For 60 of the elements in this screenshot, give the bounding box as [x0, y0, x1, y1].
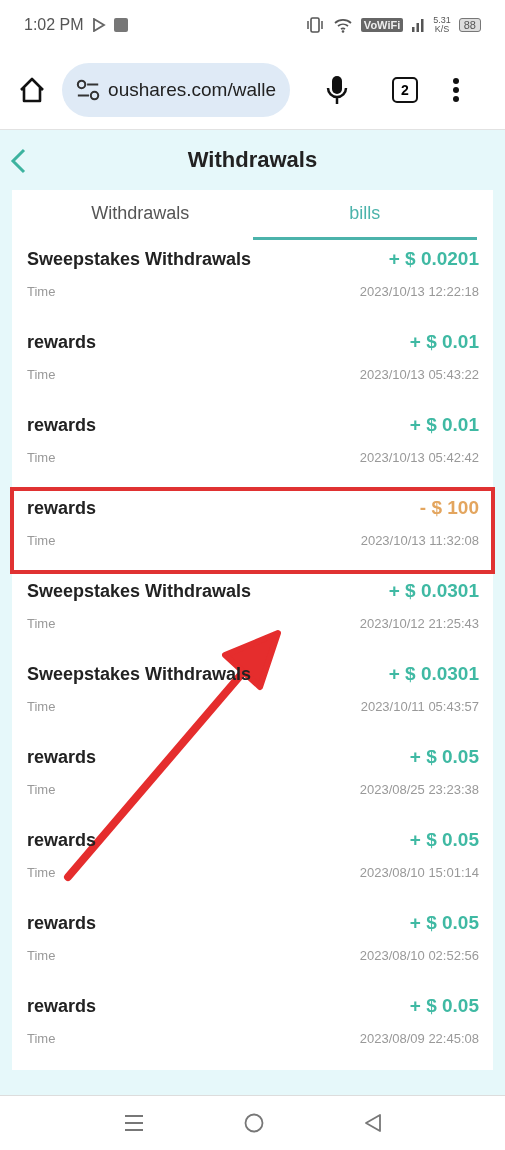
speed-unit: K/S [434, 25, 450, 34]
image-icon [113, 18, 128, 32]
address-bar[interactable]: oushares.com/walle [62, 62, 290, 117]
home-icon[interactable] [18, 75, 46, 104]
bill-amount: + $ 0.01 [409, 414, 479, 436]
bill-title: Sweepstakes Withdrawals [27, 248, 251, 270]
signal-icon [411, 18, 426, 32]
time-label: Time [27, 699, 56, 714]
vowifi-badge: VoWiFi [360, 18, 404, 32]
tab[interactable]: Withdrawals [28, 190, 253, 240]
bill-title: rewards [27, 912, 97, 934]
time-label: Time [27, 782, 56, 797]
time-label: Time [27, 533, 56, 548]
clock-time: 1:02 PM [24, 16, 84, 34]
bill-time: 2023/08/10 15:01:14 [359, 865, 479, 880]
tab-count[interactable]: 2 [392, 76, 418, 103]
bill-time: 2023/10/13 05:43:22 [359, 367, 479, 382]
page-title: Withdrawals [187, 147, 318, 173]
bill-title: rewards [27, 995, 97, 1017]
bill-amount: + $ 0.05 [409, 995, 479, 1017]
bill-title: rewards [27, 829, 97, 851]
bill-time: 2023/10/12 21:25:43 [359, 616, 479, 631]
bill-title: rewards [27, 414, 97, 436]
bill-amount: + $ 0.0301 [388, 580, 479, 602]
bill-amount: + $ 0.05 [409, 912, 479, 934]
time-label: Time [27, 616, 56, 631]
bill-time: 2023/10/13 12:22:18 [359, 284, 479, 299]
bill-time: 2023/08/09 22:45:08 [359, 1031, 479, 1046]
home-circle-icon[interactable] [243, 1113, 264, 1133]
back-triangle-icon[interactable] [363, 1113, 382, 1133]
bill-title: rewards [27, 746, 97, 768]
bill-amount: + $ 0.05 [409, 829, 479, 851]
more-icon[interactable] [452, 77, 460, 102]
vibrate-icon [304, 17, 325, 33]
bill-time: 2023/08/25 23:23:38 [359, 782, 479, 797]
time-label: Time [27, 1031, 56, 1046]
battery-level: 88 [458, 18, 481, 32]
microphone-icon[interactable] [326, 74, 348, 105]
bill-amount: + $ 0.0201 [388, 248, 479, 270]
time-label: Time [27, 367, 56, 382]
time-label: Time [27, 284, 56, 299]
network-speed: 5.31 [433, 16, 451, 25]
wifi-icon [332, 17, 353, 33]
time-label: Time [27, 948, 56, 963]
bill-amount: + $ 0.01 [409, 331, 479, 353]
bill-time: 2023/10/13 05:42:42 [359, 450, 479, 465]
time-label: Time [27, 450, 56, 465]
bill-amount: + $ 0.05 [409, 746, 479, 768]
bill-title: rewards [27, 331, 97, 353]
play-icon [91, 18, 106, 32]
bill-amount: + $ 0.0301 [388, 663, 479, 685]
bill-title: rewards [27, 497, 97, 519]
time-label: Time [27, 865, 56, 880]
bill-time: 2023/10/13 11:32:08 [360, 533, 479, 548]
menu-icon[interactable] [123, 1114, 144, 1132]
bill-time: 2023/08/10 02:52:56 [359, 948, 479, 963]
bill-time: 2023/10/11 05:43:57 [360, 699, 479, 714]
bill-title: Sweepstakes Withdrawals [27, 580, 251, 602]
site-settings-icon[interactable] [76, 78, 101, 101]
bill-amount: - $ 100 [419, 497, 479, 519]
